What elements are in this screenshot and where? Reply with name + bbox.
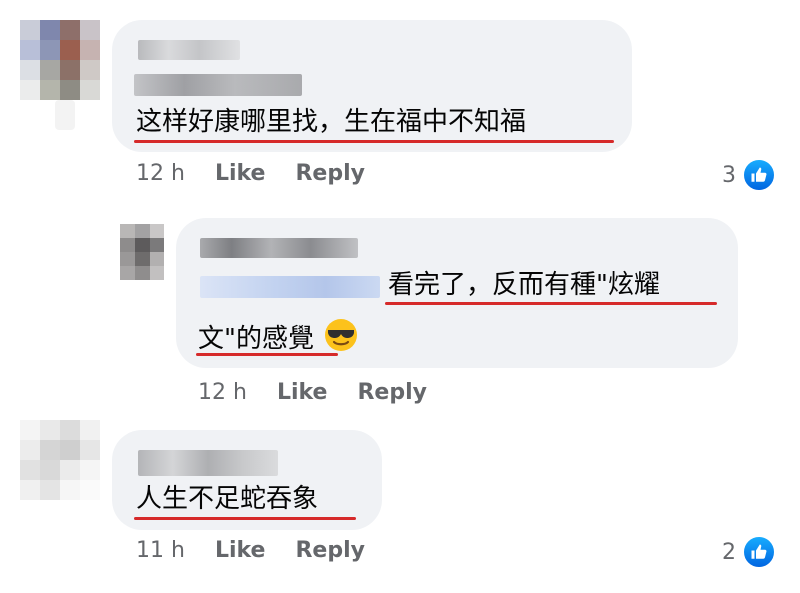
commenter-name[interactable] [138, 40, 240, 60]
like-button[interactable]: Like [215, 161, 266, 186]
reply-button[interactable]: Reply [357, 380, 427, 405]
like-button[interactable]: Like [215, 538, 266, 563]
commenter-name[interactable] [200, 238, 358, 258]
comment-meta: 12 h Like Reply [136, 160, 365, 188]
commenter-tag[interactable] [134, 74, 302, 96]
avatar-shadow [55, 100, 75, 130]
comment-text: 这样好康哪里找，生在福中不知福 [136, 107, 527, 137]
commenter-name[interactable] [138, 450, 278, 476]
reply-button[interactable]: Reply [295, 538, 365, 563]
highlight-underline [134, 140, 614, 143]
reply-text-line1: 看完了，反而有種"炫耀 [388, 270, 660, 300]
commenter-tag[interactable] [200, 276, 380, 298]
avatar[interactable] [20, 420, 100, 500]
like-button[interactable]: Like [277, 380, 328, 405]
comment-text: 人生不足蛇吞象 [136, 484, 319, 514]
highlight-underline [196, 353, 338, 356]
reply-button[interactable]: Reply [295, 161, 365, 186]
avatar[interactable] [120, 224, 164, 280]
reaction-count: 3 [722, 162, 736, 188]
comment-meta: 11 h Like Reply [136, 537, 365, 565]
thumbs-up-icon [742, 158, 776, 192]
timestamp[interactable]: 12 h [136, 161, 185, 186]
reaction-summary[interactable]: 2 [722, 535, 776, 569]
reply-meta: 12 h Like Reply [198, 379, 427, 407]
reaction-count: 2 [722, 539, 736, 565]
highlight-underline [134, 517, 356, 520]
reply-text-line2-content: 文"的感覺 [198, 324, 314, 354]
timestamp[interactable]: 11 h [136, 538, 185, 563]
thumbs-up-icon [742, 535, 776, 569]
reaction-summary[interactable]: 3 [722, 158, 776, 192]
avatar[interactable] [20, 20, 100, 100]
timestamp[interactable]: 12 h [198, 380, 247, 405]
highlight-underline [385, 302, 717, 305]
